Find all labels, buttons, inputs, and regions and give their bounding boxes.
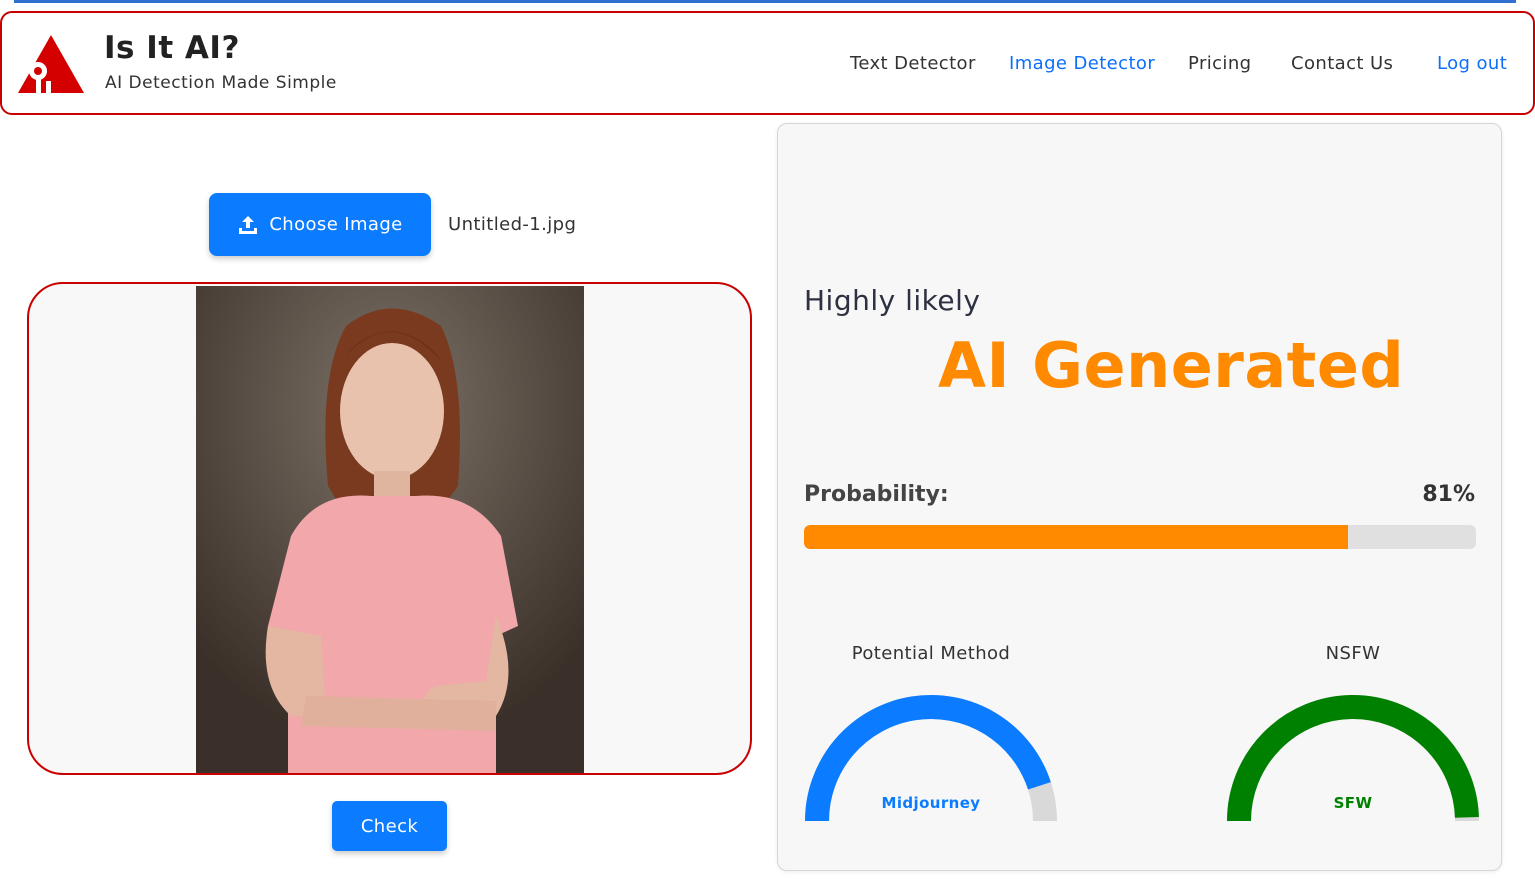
check-button[interactable]: Check <box>332 801 447 851</box>
top-strip <box>14 0 1516 3</box>
nav-pricing[interactable]: Pricing <box>1188 53 1251 74</box>
probability-value: 81% <box>1422 482 1475 507</box>
result-card: Highly likely AI Generated Probability: … <box>777 123 1502 871</box>
probability-bar <box>804 525 1476 549</box>
nav-contact-us[interactable]: Contact Us <box>1291 53 1393 74</box>
site-header: Is It AI? AI Detection Made Simple Text … <box>0 11 1535 115</box>
nsfw-gauge-title: NSFW <box>1325 643 1381 664</box>
brand-title: Is It AI? <box>104 30 240 66</box>
logo-icon[interactable] <box>16 33 86 95</box>
method-gauge-title: Potential Method <box>851 643 1011 664</box>
file-name: Untitled-1.jpg <box>448 214 577 235</box>
method-gauge-value: Midjourney <box>881 794 981 812</box>
uploaded-photo <box>196 286 584 773</box>
choose-image-button[interactable]: Choose Image <box>209 193 431 256</box>
nav-log-out[interactable]: Log out <box>1437 53 1507 74</box>
probability-bar-fill <box>804 525 1349 549</box>
choose-image-label: Choose Image <box>269 214 403 235</box>
image-preview <box>27 282 752 775</box>
nsfw-gauge-value: SFW <box>1333 794 1373 812</box>
upload-icon <box>239 215 258 234</box>
nav-image-detector[interactable]: Image Detector <box>1009 53 1155 74</box>
brand-tagline: AI Detection Made Simple <box>105 73 337 93</box>
probability-label: Probability: <box>804 482 949 507</box>
nav-text-detector[interactable]: Text Detector <box>850 53 976 74</box>
verdict-text: AI Generated <box>938 329 1405 402</box>
likelihood-text: Highly likely <box>804 284 981 317</box>
